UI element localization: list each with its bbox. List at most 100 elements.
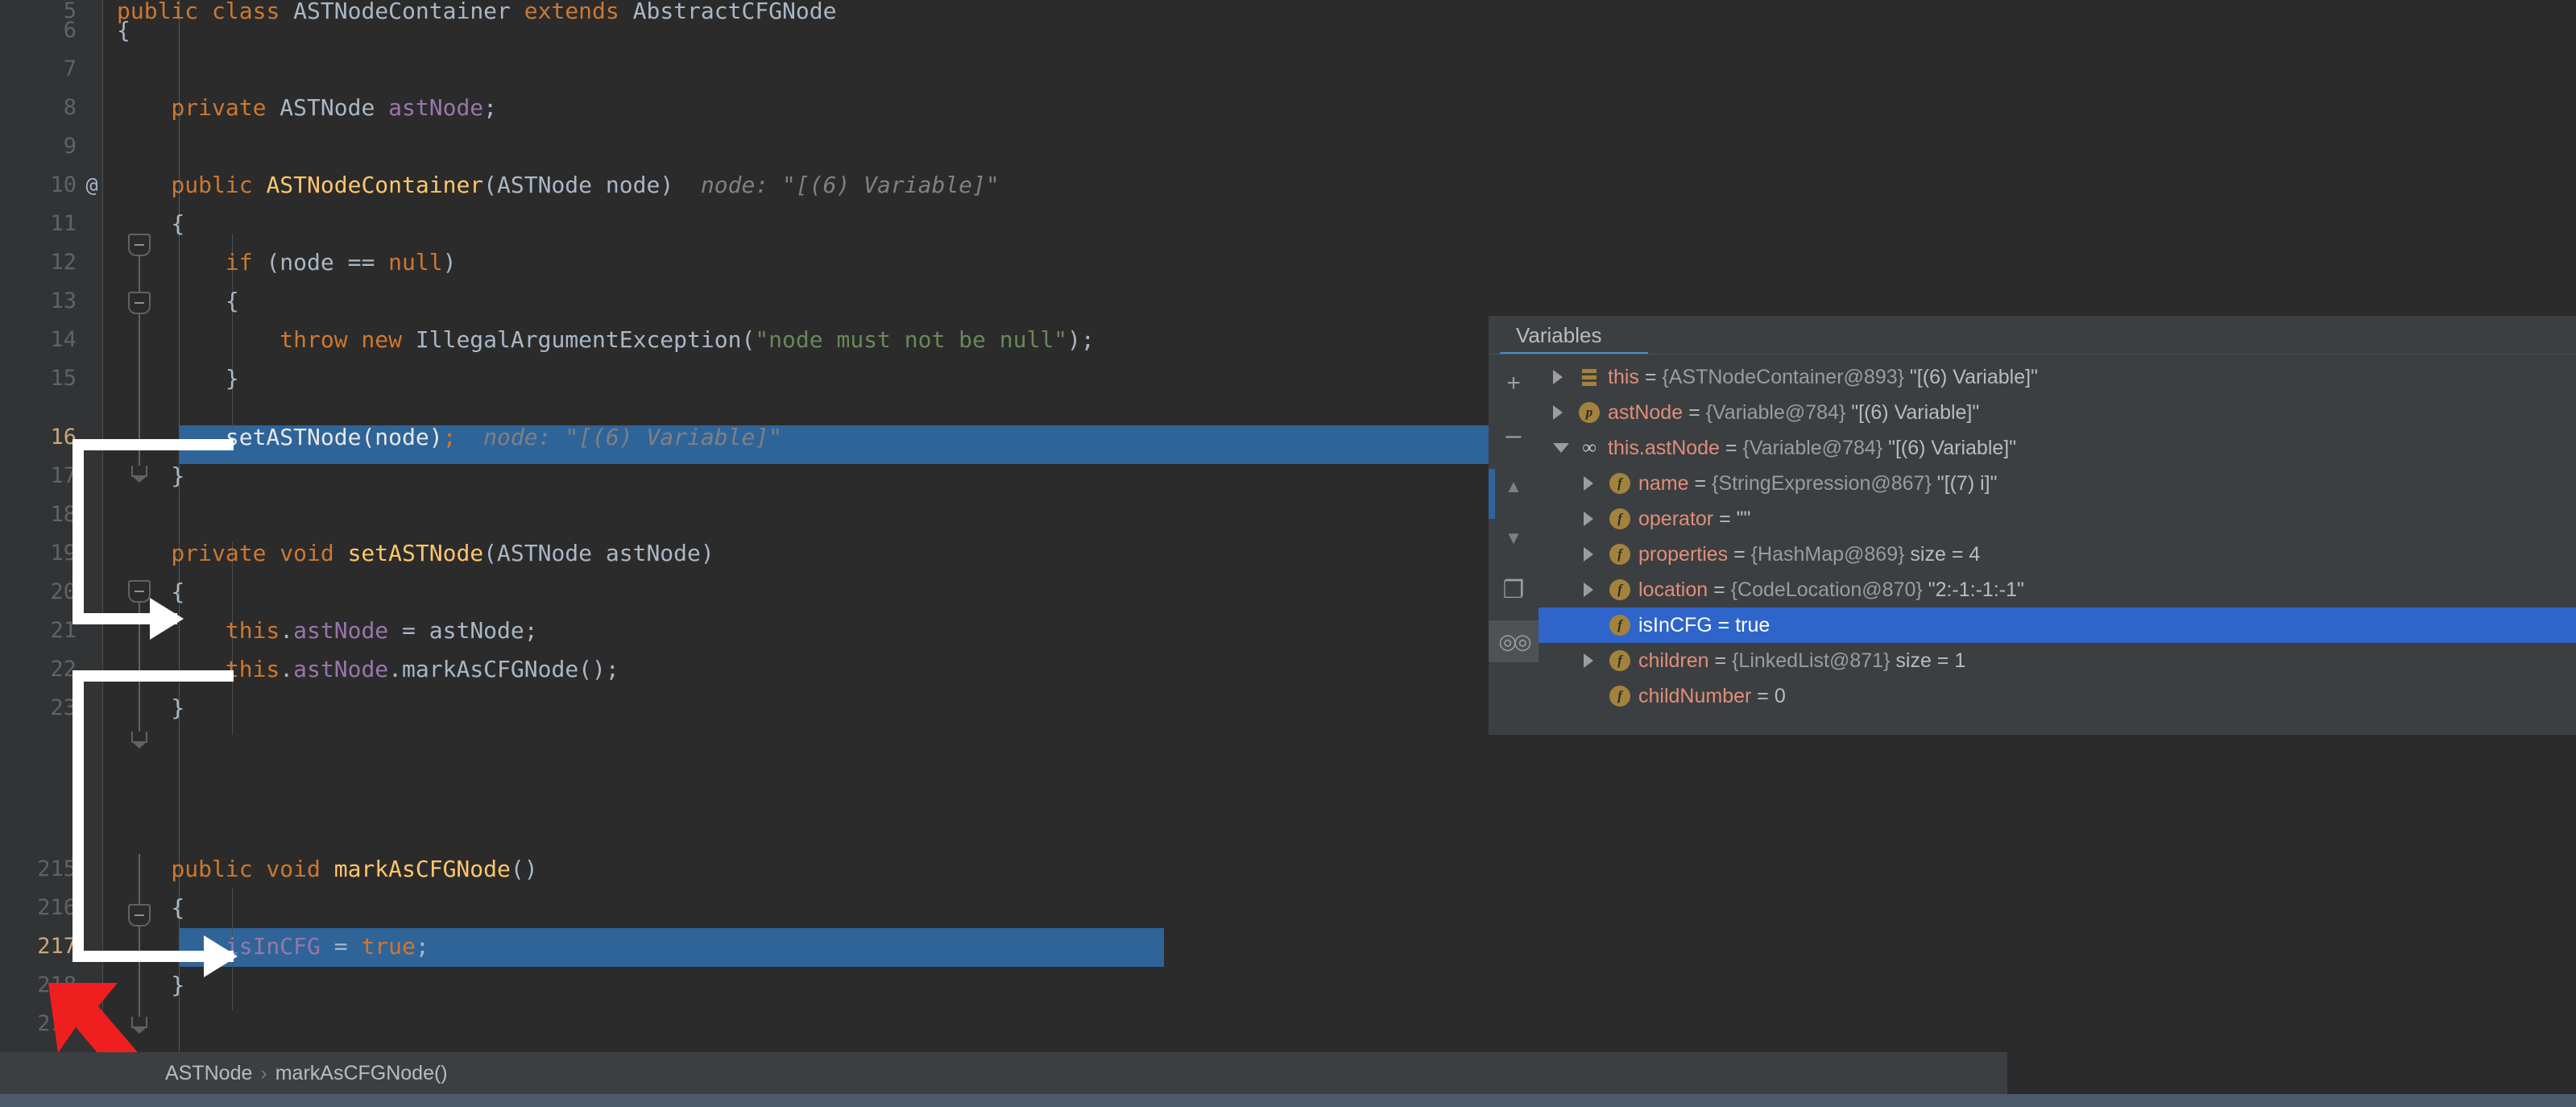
status-bar <box>0 1094 2576 1107</box>
variables-panel[interactable]: Variables + – ▲ ▼ ❐ ◎◎ this = {ASTNodeContain… <box>1489 316 2576 735</box>
line-number: 8 <box>63 95 77 120</box>
code-text: throw new IllegalArgumentException("node… <box>117 326 1095 353</box>
tab-variables[interactable]: Variables <box>1516 316 1601 354</box>
code-line[interactable]: 217 isInCFG = true; <box>0 927 2576 966</box>
code-text: private ASTNode astNode; <box>117 94 498 121</box>
code-line[interactable]: 11 { <box>0 205 2576 243</box>
line-number: 6 <box>63 18 77 43</box>
chevron-right-icon[interactable] <box>1584 512 1593 526</box>
field-icon: f <box>1609 686 1630 707</box>
variable-row[interactable]: this = {ASTNodeContainer@893} "[(6) Vari… <box>1539 359 2576 395</box>
variable-row[interactable]: f location = {CodeLocation@870} "2:-1:-1:… <box>1539 572 2576 607</box>
code-text: public void markAsCFGNode() <box>117 856 538 882</box>
variable-text: childNumber = 0 <box>1638 685 1786 707</box>
code-line[interactable]: 7 <box>0 50 2576 89</box>
chevron-right-icon[interactable] <box>1553 370 1563 384</box>
panel-selection-strip <box>1489 469 1495 519</box>
code-line[interactable]: 216 { <box>0 889 2576 927</box>
watch-icon: ∞ <box>1582 437 1597 458</box>
breadcrumb-item[interactable]: markAsCFGNode() <box>275 1062 448 1084</box>
chevron-right-icon[interactable] <box>1553 405 1563 420</box>
code-line[interactable]: 218 } <box>0 966 2576 1005</box>
breadcrumb-bar[interactable]: ASTNode › markAsCFGNode() <box>0 1052 2007 1094</box>
variables-tab-bar[interactable]: Variables <box>1489 316 2576 355</box>
copy-value-button[interactable]: ❐ <box>1489 569 1539 611</box>
parameter-icon: p <box>1579 402 1600 423</box>
variable-text: location = {CodeLocation@870} "2:-1:-1:-… <box>1638 578 2024 601</box>
move-watch-up-button[interactable]: ▲ <box>1489 466 1539 508</box>
chevron-right-icon[interactable] <box>1584 653 1593 668</box>
variable-text: this.astNode = {Variable@784} "[(6) Vari… <box>1608 437 2017 459</box>
line-number: 23 <box>50 695 77 720</box>
watches-toggle-icon: ◎◎ <box>1498 628 1531 653</box>
code-text: } <box>117 365 239 392</box>
variable-row[interactable]: f children = {LinkedList@871} size = 1 <box>1539 643 2576 678</box>
variable-row[interactable]: p astNode = {Variable@784} "[(6) Variable… <box>1539 395 2576 430</box>
line-number: 215 <box>37 856 77 881</box>
code-line[interactable]: 219 <box>0 1005 2576 1043</box>
annotation-line-16-hook <box>72 439 234 450</box>
code-text: } <box>117 694 185 721</box>
code-text: { <box>117 894 185 921</box>
breadcrumb-item[interactable]: ASTNode <box>165 1062 252 1084</box>
code-text: if (node == null) <box>117 249 457 276</box>
line-number: 7 <box>63 56 77 81</box>
variable-row[interactable]: f name = {StringExpression@867} "[(7) i]" <box>1539 466 2576 501</box>
field-icon: f <box>1609 544 1630 565</box>
annotation-line-22-to-217-vertical <box>72 670 84 962</box>
variable-row[interactable]: ∞ this.astNode = {Variable@784} "[(6) Var… <box>1539 430 2576 466</box>
chevron-right-icon[interactable] <box>1584 583 1593 597</box>
stack-frame-icon <box>1579 367 1600 388</box>
code-line[interactable]: 9 <box>0 127 2576 166</box>
variable-row[interactable]: f isInCFG = true <box>1539 607 2576 643</box>
remove-watch-button[interactable]: – <box>1489 414 1539 456</box>
code-line[interactable]: 8 private ASTNode astNode; <box>0 89 2576 127</box>
chevron-down-icon[interactable] <box>1553 443 1569 453</box>
field-icon: f <box>1609 579 1630 600</box>
line-number: 17 <box>50 463 77 488</box>
chevron-right-icon[interactable] <box>1584 476 1593 491</box>
variable-text: children = {LinkedList@871} size = 1 <box>1638 649 1966 672</box>
code-line[interactable]: 12 if (node == null) <box>0 243 2576 282</box>
line-number: 216 <box>37 895 77 920</box>
add-watch-button[interactable]: + <box>1489 363 1539 404</box>
code-text: this.astNode.markAsCFGNode(); <box>117 656 619 682</box>
code-line[interactable]: 10 @ public ASTNodeContainer(ASTNode node… <box>0 166 2576 205</box>
code-text: { <box>117 210 185 237</box>
line-number: 11 <box>50 211 77 236</box>
code-text: { <box>117 17 130 44</box>
line-number: 14 <box>50 327 77 352</box>
copy-value-icon: ❐ <box>1502 576 1525 603</box>
variable-row[interactable]: f childNumber = 0 <box>1539 678 2576 714</box>
variable-text: this = {ASTNodeContainer@893} "[(6) Vari… <box>1608 366 2038 388</box>
line-number: 18 <box>50 502 77 527</box>
line-number: 22 <box>50 657 77 682</box>
chevron-right-icon[interactable] <box>1584 547 1593 562</box>
variables-toolbar[interactable]: + – ▲ ▼ ❐ ◎◎ <box>1489 354 1539 735</box>
line-number: 21 <box>50 618 77 643</box>
code-text: public ASTNodeContainer(ASTNode node) no… <box>117 172 1000 198</box>
line-number: 19 <box>50 541 77 566</box>
move-watch-down-button[interactable]: ▼ <box>1489 517 1539 559</box>
line-number: 10 <box>50 172 77 197</box>
code-text: setASTNode(node); node: "[(6) Variable]" <box>117 424 783 450</box>
code-line[interactable]: 13 { <box>0 282 2576 321</box>
breadcrumb[interactable]: ASTNode › markAsCFGNode() <box>165 1052 448 1094</box>
breadcrumb-separator-icon: › <box>260 1062 267 1084</box>
line-number: 12 <box>50 250 77 275</box>
variable-text: name = {StringExpression@867} "[(7) i]" <box>1638 472 1998 495</box>
code-line[interactable]: 215 public void markAsCFGNode() <box>0 850 2576 889</box>
watches-toggle-button[interactable]: ◎◎ <box>1489 620 1539 662</box>
annotation-arrowhead-line-19 <box>150 598 184 640</box>
annotation-line-22-hook <box>72 670 234 682</box>
field-icon: f <box>1609 508 1630 529</box>
field-icon: f <box>1609 650 1630 671</box>
variable-row[interactable]: f properties = {HashMap@869} size = 4 <box>1539 537 2576 572</box>
variable-text: astNode = {Variable@784} "[(6) Variable]… <box>1608 401 1980 424</box>
gutter-annotation-icon[interactable]: @ <box>81 166 103 205</box>
code-text: private void setASTNode(ASTNode astNode) <box>117 540 714 566</box>
line-number: 13 <box>50 288 77 313</box>
variable-row[interactable]: f operator = "" <box>1539 501 2576 537</box>
code-line[interactable]: 6{ <box>0 11 2576 50</box>
variables-tree[interactable]: this = {ASTNodeContainer@893} "[(6) Vari… <box>1539 354 2576 735</box>
